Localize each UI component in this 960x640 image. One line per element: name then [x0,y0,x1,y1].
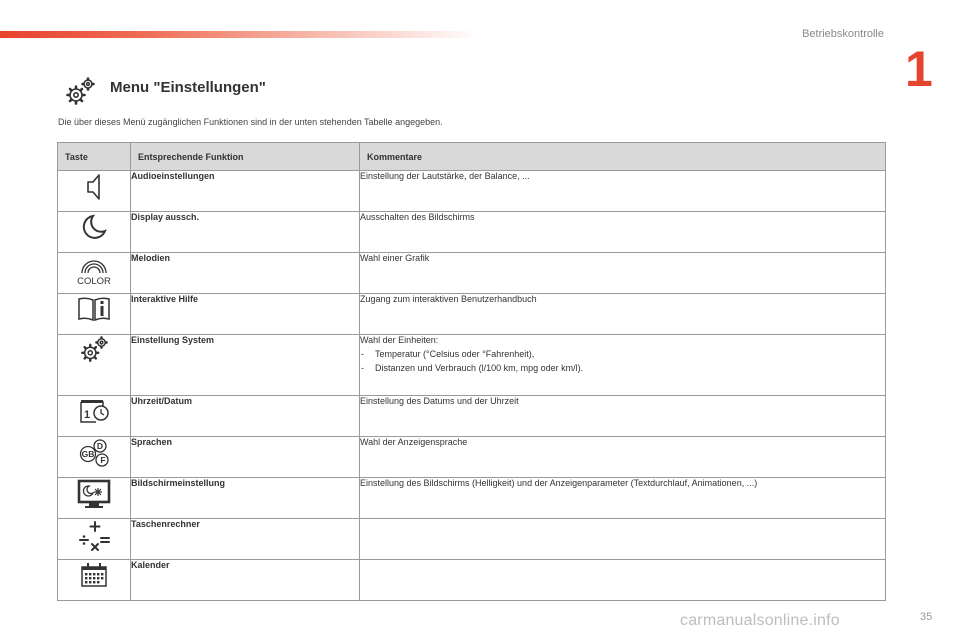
calculator-icon [79,521,110,551]
settings-gears-icon [66,77,95,105]
lang-d: D [97,441,103,451]
calendar-icon [81,563,107,587]
comment: Einstellung der Lautstärke, der Balance,… [359,170,886,212]
comment: Einstellung des Datums und der Uhrzeit [359,395,886,437]
gears-icon [81,336,108,362]
function-name: Melodien [130,252,360,294]
languages-icon: D GB F [79,439,109,467]
clock-calendar-icon: 1 [80,400,109,423]
icon-cell [57,477,131,519]
bullet-item: - Temperatur (°Celsius oder °Fahrenheit), [361,349,535,359]
table-row: Display aussch. Ausschalten des Bildschi… [57,211,886,253]
table-row: Interaktive Hilfe Zugang zum interaktive… [57,293,886,335]
clock-calendar-day: 1 [84,409,90,421]
bullet-text: Distanzen und Verbrauch (l/100 km, mpg o… [375,363,584,373]
icon-cell [57,559,131,601]
comment: Wahl der Einheiten: - Temperatur (°Celsiu… [359,334,886,396]
icon-cell [57,518,131,560]
function-name: Kalender [130,559,360,601]
bullet-text: Temperatur (°Celsius oder °Fahrenheit), [375,349,535,359]
speaker-icon [87,174,100,200]
page-title: Menu "Einstellungen" [110,79,266,96]
page-number: 35 [920,611,933,623]
table-row: Einstellung System Wahl der Einheiten: -… [57,334,886,396]
comment: Zugang zum interaktiven Benutzerhandbuch [359,293,886,335]
color-icon-label: COLOR [77,276,111,287]
function-name: Display aussch. [130,211,360,253]
comment: Wahl der Anzeigensprache [359,436,886,478]
table-row: Taschenrechner [57,518,886,560]
function-name: Interaktive Hilfe [130,293,360,335]
function-name: Einstellung System [130,334,360,396]
comment: Wahl einer Grafik [359,252,886,294]
watermark: carmanualsonline.info [680,612,840,629]
icon-cell [57,334,131,396]
bullet-item: - Distanzen und Verbrauch (l/100 km, mpg … [361,363,584,373]
icon-cell: 1 [57,395,131,437]
table-row: 1 Uhrzeit/Datum Einstellung des Datums u… [57,395,886,437]
header-comment: Kommentare [359,142,886,171]
comment-text: Wahl der Einheiten: [360,335,439,345]
icon-cell [57,211,131,253]
moon-icon [82,214,107,239]
header-function: Entsprechende Funktion [130,142,360,171]
comment [359,559,886,601]
screen-settings-icon [77,479,111,508]
chapter-number: 1 [905,41,933,97]
lang-f: F [100,455,105,465]
table-row: Audioeinstellungen Einstellung der Lauts… [57,170,886,212]
settings-table: Taste Entsprechende Funktion Kommentare … [57,142,886,601]
function-name: Audioeinstellungen [130,170,360,212]
color-icon: COLOR [77,260,111,287]
icon-cell: D GB F [57,436,131,478]
top-accent-bar [0,31,480,38]
function-name: Bildschirmeinstellung [130,477,360,519]
table-header-row: Taste Entsprechende Funktion Kommentare [57,142,886,171]
icon-cell [57,170,131,212]
function-name: Sprachen [130,436,360,478]
table-row: Bildschirmeinstellung Einstellung des Bi… [57,477,886,519]
lang-gb: GB [82,449,95,459]
icon-cell: COLOR [57,252,131,294]
icon-cell [57,293,131,335]
help-book-icon [78,297,110,322]
comment: Einstellung des Bildschirms (Helligkeit)… [359,477,886,519]
comment: Ausschalten des Bildschirms [359,211,886,253]
table-row: COLOR Melodien Wahl einer Grafik [57,252,886,294]
intro-text: Die über dieses Menü zugänglichen Funkti… [58,117,443,127]
table-row: D GB F Sprachen Wahl der Anzeigensprache [57,436,886,478]
function-name: Taschenrechner [130,518,360,560]
table-row: Kalender [57,559,886,601]
section-name: Betriebskontrolle [802,28,884,40]
header-key: Taste [57,142,131,171]
comment [359,518,886,560]
function-name: Uhrzeit/Datum [130,395,360,437]
